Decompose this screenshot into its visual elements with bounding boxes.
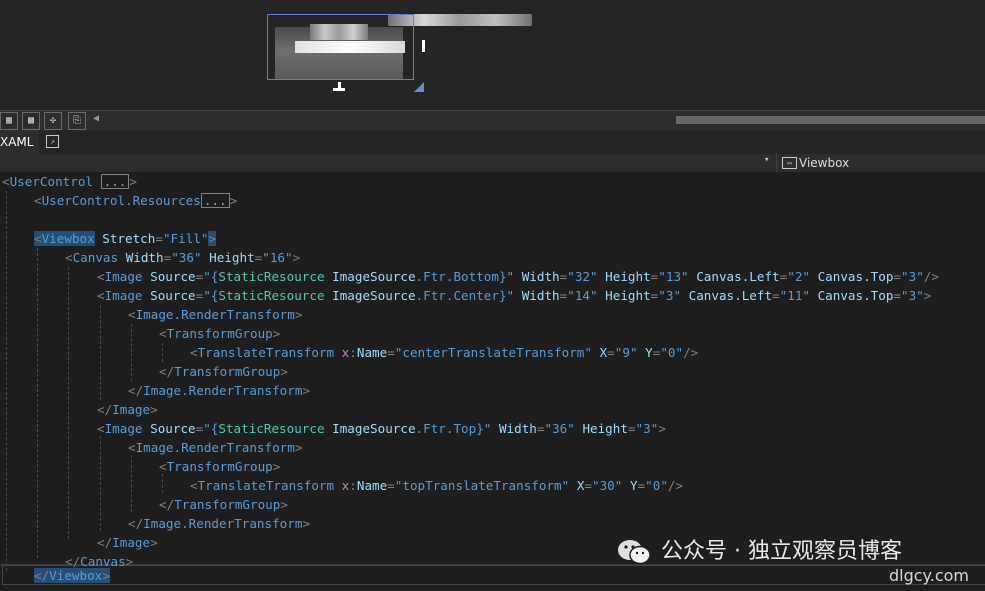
code-line: </Image.RenderTransform> <box>128 383 310 398</box>
code-line: <Image Source="{StaticResource ImageSour… <box>97 288 932 303</box>
code-line: <TransformGroup> <box>159 326 281 341</box>
resize-handle-bottom[interactable] <box>333 88 345 91</box>
wechat-icon <box>618 540 651 565</box>
code-line: <Canvas Width="36" Height="16"> <box>65 250 301 265</box>
indent-guide <box>131 324 132 381</box>
resize-handle-right[interactable] <box>422 40 425 52</box>
code-line: </Image.RenderTransform> <box>128 516 310 531</box>
code-line: <TranslateTransform x:Name="centerTransl… <box>190 345 699 360</box>
code-line: </Viewbox> <box>34 568 110 583</box>
indent-guide <box>162 474 163 493</box>
indent-guide <box>100 305 101 400</box>
watermark-text: 公众号 · 独立观察员博客 <box>661 539 902 564</box>
snap-icon[interactable]: ✣ <box>44 112 62 130</box>
tab-xaml[interactable]: XAML <box>0 130 40 154</box>
xaml-code-editor[interactable]: <UserControl ... > <UserControl.Resources… <box>0 172 985 591</box>
code-line: </TransformGroup> <box>159 364 288 379</box>
horizontal-scrollbar-thumb[interactable] <box>676 116 985 124</box>
checker-background-icon[interactable]: ▩ <box>22 112 40 130</box>
effects-icon[interactable]: ⎘ <box>68 112 86 130</box>
code-line: <TranslateTransform x:Name="topTranslate… <box>190 478 684 493</box>
watermark-site: dlgcy.com <box>889 566 969 585</box>
code-line: <Viewbox Stretch="Fill"> <box>34 231 217 246</box>
indent-guide <box>100 436 101 531</box>
dropdown-arrow-icon[interactable]: ▾ <box>764 155 769 165</box>
view-tab-strip: XAML ↗ <box>0 130 985 155</box>
element-navigation-bar: ▾ ▭ Viewbox <box>0 154 985 173</box>
code-line: <Image.RenderTransform> <box>128 307 303 322</box>
code-line: </Image> <box>97 402 158 417</box>
navbar-separator <box>776 154 777 172</box>
resize-corner-handle[interactable] <box>414 82 424 92</box>
code-line: <UserControl ... > <box>2 174 137 189</box>
code-line: <Image Source="{StaticResource ImageSour… <box>97 269 939 284</box>
design-surface[interactable] <box>0 0 985 110</box>
viewbox-icon: ▭ <box>782 157 797 169</box>
popout-icon[interactable]: ↗ <box>46 135 59 148</box>
grid-icon[interactable]: ▦ <box>0 112 18 130</box>
code-line: <Image.RenderTransform> <box>128 440 303 455</box>
indent-guide <box>162 343 163 362</box>
code-line: <TransformGroup> <box>159 459 281 474</box>
collapsed-region[interactable]: ... <box>200 193 230 208</box>
selected-viewbox-frame[interactable] <box>267 14 414 80</box>
code-line: <UserControl.Resources... > <box>34 193 238 208</box>
code-line: <Image Source="{StaticResource ImageSour… <box>97 421 666 436</box>
indent-guide <box>37 248 38 558</box>
code-line: </Image> <box>97 535 158 550</box>
current-element-selector[interactable]: Viewbox <box>799 154 849 172</box>
watermark: 公众号 · 独立观察员博客 dlgcy.com <box>617 537 977 587</box>
indent-guide <box>131 455 132 512</box>
indent-guide <box>6 191 7 571</box>
scroll-left-icon[interactable]: ◀ <box>93 113 99 124</box>
designer-toolbar: ▦ ▩ ✣ ⎘ ◀ <box>0 110 985 130</box>
indent-guide <box>68 267 69 539</box>
collapsed-region[interactable]: ... <box>100 174 130 189</box>
code-line: </TransformGroup> <box>159 497 288 512</box>
